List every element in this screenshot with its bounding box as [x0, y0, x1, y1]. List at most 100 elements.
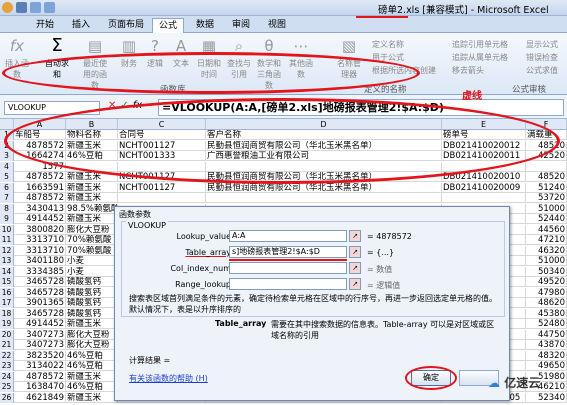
office-button-icon[interactable]: [2, 2, 13, 13]
table-cell[interactable]: 新疆玉米: [66, 319, 118, 329]
table-cell[interactable]: 3465728: [14, 277, 66, 287]
table-cell[interactable]: 48520: [526, 172, 567, 182]
table-cell[interactable]: 新疆玉米: [66, 392, 118, 403]
table-cell[interactable]: 51240: [526, 182, 567, 193]
table-cell[interactable]: 3800820: [14, 224, 66, 235]
table-cell[interactable]: 3465728: [14, 308, 66, 319]
tab-formulas[interactable]: 公式: [152, 18, 185, 33]
collapse-dialog-icon[interactable]: ↗: [349, 262, 361, 274]
row-header[interactable]: 18: [0, 308, 14, 319]
table-cell[interactable]: DB021410020009: [442, 182, 526, 193]
table-cell[interactable]: 4878572: [14, 193, 66, 203]
table-cell[interactable]: 49650: [526, 361, 567, 371]
table-cell[interactable]: 3430413: [14, 203, 66, 214]
table-array-input[interactable]: s]地磅报表管理2!$A:$D: [229, 246, 347, 258]
table-cell[interactable]: [118, 193, 206, 203]
collapse-dialog-icon[interactable]: ↗: [349, 230, 361, 242]
table-cell[interactable]: 新疆玉米: [66, 193, 118, 203]
row-header[interactable]: 7: [0, 193, 14, 203]
row-header[interactable]: 9: [0, 214, 14, 224]
table-cell[interactable]: 49520: [526, 277, 567, 287]
table-cell[interactable]: 新疆玉米: [66, 182, 118, 193]
define-name-button[interactable]: 定义名称: [372, 39, 404, 50]
tab-insert[interactable]: 插入: [66, 18, 96, 33]
table-cell[interactable]: 47980: [526, 287, 567, 298]
lookup-value-input[interactable]: A:A: [229, 230, 347, 242]
remove-arrows-button[interactable]: 移去箭头: [452, 65, 484, 76]
row-header[interactable]: 16: [0, 287, 14, 298]
table-cell[interactable]: 膨化大豆粉: [66, 329, 118, 340]
row-header[interactable]: 11: [0, 235, 14, 245]
table-cell[interactable]: 4878572: [14, 371, 66, 382]
tab-data[interactable]: 数据: [190, 18, 220, 33]
range-lookup-input[interactable]: [229, 278, 347, 290]
table-cell[interactable]: 43870: [526, 340, 567, 350]
table-cell[interactable]: 46%豆粕: [66, 350, 118, 361]
row-header[interactable]: 19: [0, 319, 14, 329]
table-cell[interactable]: 1638470: [14, 382, 66, 392]
row-header[interactable]: 4: [0, 161, 14, 172]
collapse-dialog-icon[interactable]: ↗: [349, 278, 361, 290]
table-cell[interactable]: 磷酸氢钙: [66, 308, 118, 319]
redo-icon[interactable]: [44, 2, 55, 13]
table-cell[interactable]: 70%赖氨酸: [66, 245, 118, 256]
row-header[interactable]: 24: [0, 371, 14, 382]
table-cell[interactable]: 4914452: [14, 319, 66, 329]
row-header[interactable]: 13: [0, 256, 14, 266]
table-cell[interactable]: 磷酸氢钙: [66, 298, 118, 308]
row-header[interactable]: 15: [0, 277, 14, 287]
tab-page-layout[interactable]: 页面布局: [102, 18, 150, 33]
row-header[interactable]: 23: [0, 361, 14, 371]
table-cell[interactable]: 70%赖氨酸: [66, 235, 118, 245]
table-cell[interactable]: 51000: [526, 203, 567, 214]
table-cell[interactable]: 98.5%赖氨酸: [66, 203, 118, 214]
table-cell[interactable]: 3134022: [14, 361, 66, 371]
row-header[interactable]: 14: [0, 266, 14, 277]
help-link[interactable]: 有关该函数的帮助 (H): [129, 373, 208, 384]
select-all-corner[interactable]: [0, 119, 14, 130]
row-header[interactable]: 12: [0, 245, 14, 256]
table-cell[interactable]: 膨化大豆粉: [66, 340, 118, 350]
table-cell[interactable]: 44750: [526, 329, 567, 340]
tab-view[interactable]: 视图: [262, 18, 292, 33]
table-cell[interactable]: NCHT001127: [118, 182, 206, 193]
table-cell[interactable]: 小麦: [66, 256, 118, 266]
row-header[interactable]: 10: [0, 224, 14, 235]
table-cell[interactable]: 民勤县恒润商贸有限公司（华北玉米黑名单）: [206, 182, 442, 193]
table-cell[interactable]: 3465728: [14, 287, 66, 298]
table-cell[interactable]: 3901365: [14, 298, 66, 308]
table-cell[interactable]: 53720: [526, 193, 567, 203]
table-cell[interactable]: 3407273: [14, 340, 66, 350]
row-header[interactable]: 25: [0, 382, 14, 392]
row-header[interactable]: 6: [0, 182, 14, 193]
table-cell[interactable]: 4914452: [14, 214, 66, 224]
table-cell[interactable]: 4621849: [14, 392, 66, 403]
table-cell[interactable]: 磷酸氢钙: [66, 287, 118, 298]
table-cell[interactable]: 52340: [526, 392, 567, 403]
tab-review[interactable]: 审阅: [226, 18, 256, 33]
table-cell[interactable]: 3313710: [14, 245, 66, 256]
undo-icon[interactable]: [30, 2, 41, 13]
trace-precedents-button[interactable]: 追踪引用单元格: [452, 39, 508, 50]
table-cell[interactable]: 46320: [526, 245, 567, 256]
show-formulas-button[interactable]: 显示公式: [526, 39, 558, 50]
table-cell[interactable]: 46%豆粕: [66, 361, 118, 371]
row-header[interactable]: 5: [0, 172, 14, 182]
trace-dependents-button[interactable]: 追踪从属单元格: [452, 52, 508, 63]
table-cell[interactable]: 3334385: [14, 266, 66, 277]
row-header[interactable]: 3: [0, 151, 14, 161]
table-cell[interactable]: [526, 161, 567, 172]
save-icon[interactable]: [16, 2, 27, 13]
table-cell[interactable]: [206, 193, 442, 203]
table-cell[interactable]: 3313710: [14, 235, 66, 245]
table-cell[interactable]: 小麦: [66, 266, 118, 277]
col-index-input[interactable]: [229, 262, 347, 274]
table-cell[interactable]: 新疆玉米: [66, 214, 118, 224]
table-cell[interactable]: 51000: [526, 256, 567, 266]
table-cell[interactable]: 3823520: [14, 350, 66, 361]
table-cell[interactable]: 52480: [526, 319, 567, 329]
evaluate-formula-button[interactable]: 公式求值: [526, 65, 558, 76]
tab-home[interactable]: 开始: [30, 18, 60, 33]
row-header[interactable]: 26: [0, 392, 14, 403]
table-cell[interactable]: 52440: [526, 214, 567, 224]
